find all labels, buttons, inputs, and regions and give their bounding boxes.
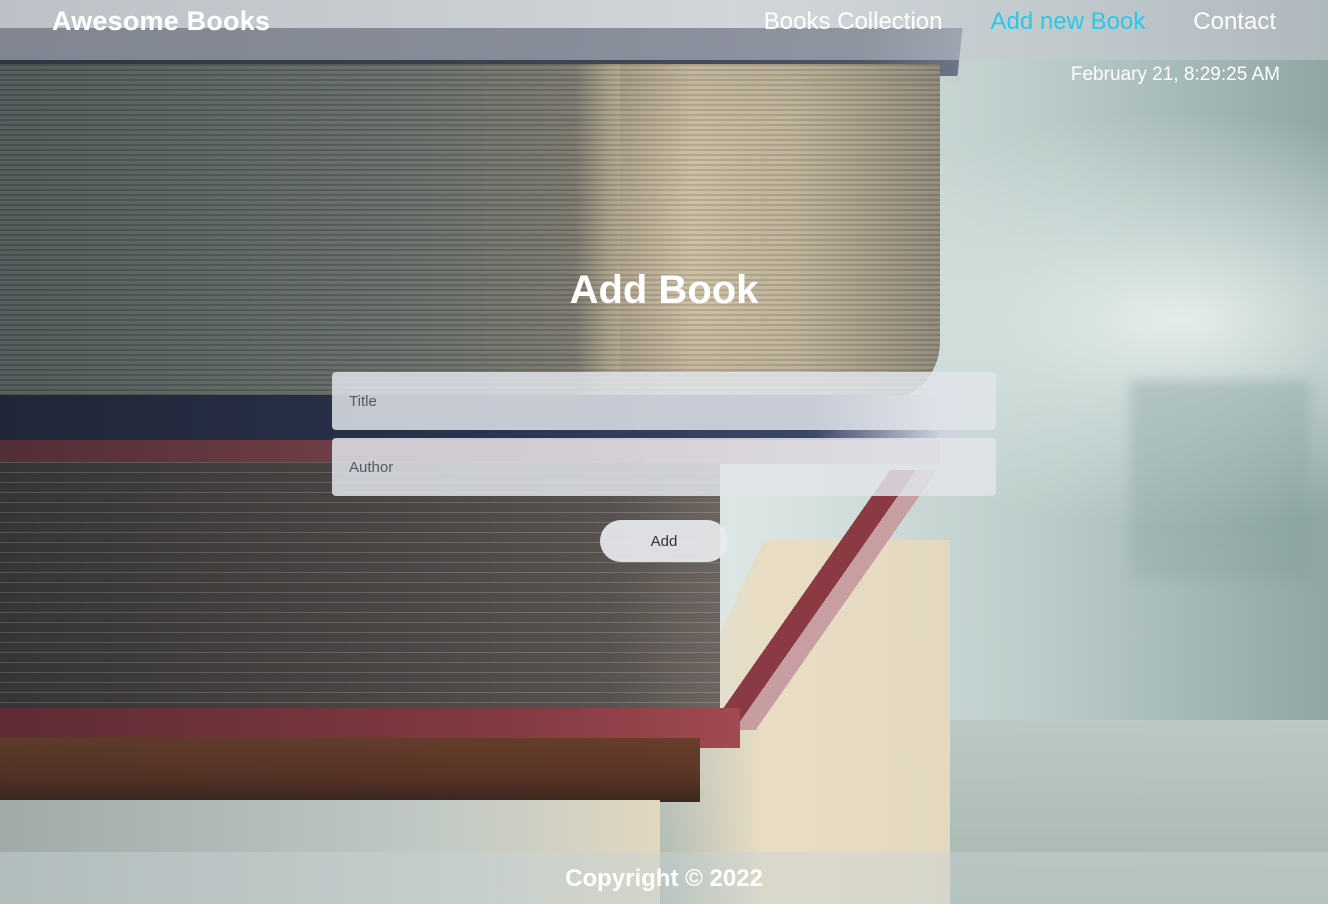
add-button[interactable]: Add: [600, 520, 728, 562]
nav-link-contact[interactable]: Contact: [1193, 8, 1276, 36]
title-input[interactable]: [332, 372, 996, 430]
nav-link-books-collection[interactable]: Books Collection: [764, 8, 943, 36]
nav-link-add-new-book[interactable]: Add new Book: [991, 8, 1146, 36]
copyright-text: Copyright © 2022: [565, 865, 763, 892]
current-datetime: February 21, 8:29:25 AM: [1070, 64, 1280, 85]
author-input[interactable]: [332, 438, 996, 496]
footer: Copyright © 2022: [0, 852, 1328, 904]
navbar: Awesome Books Books Collection Add new B…: [0, 0, 1328, 60]
brand-logo[interactable]: Awesome Books: [52, 6, 270, 37]
main-nav: Books Collection Add new Book Contact: [764, 8, 1276, 36]
page: Awesome Books Books Collection Add new B…: [0, 0, 1328, 904]
page-title: Add Book: [569, 268, 759, 312]
